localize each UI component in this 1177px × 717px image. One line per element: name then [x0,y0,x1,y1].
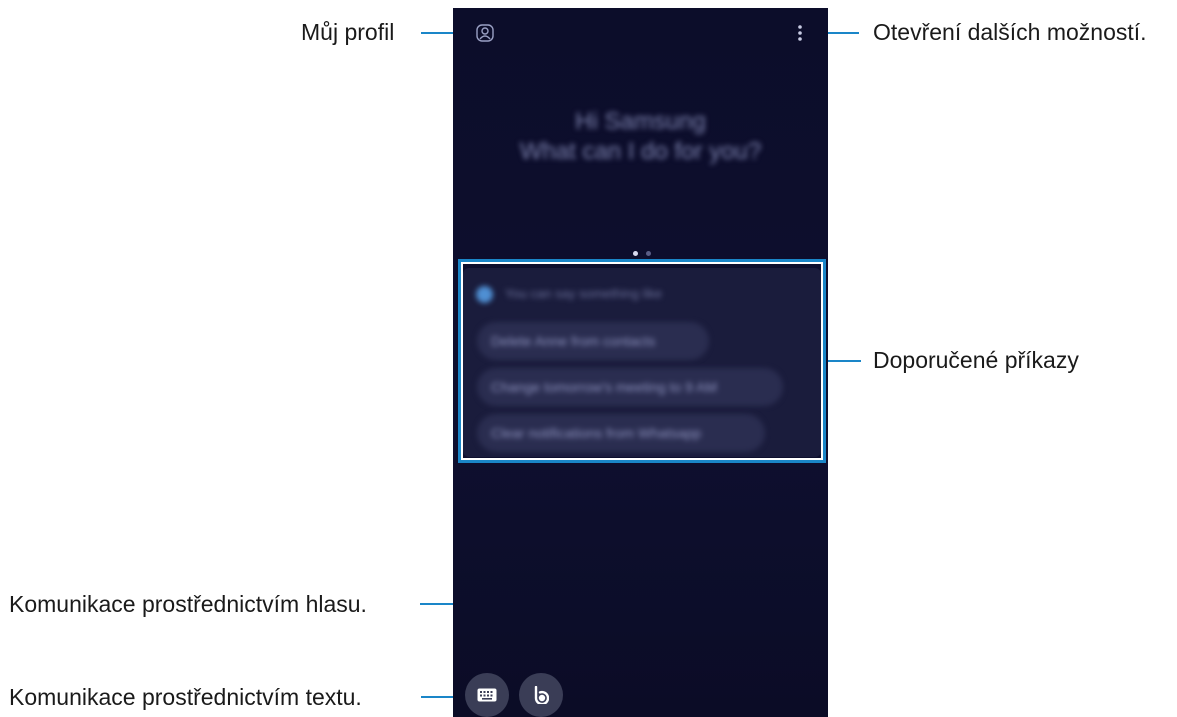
more-vertical-icon[interactable] [796,23,804,43]
page-dot-active [633,251,638,256]
greeting-line-1: Hi Samsung [575,108,706,135]
suggested-commands-highlight [458,259,826,463]
callout-more-options: Otevření dalších možností. [873,19,1147,45]
callout-text: Komunikace prostřednictvím textu. [9,684,362,710]
callout-my-profile: Můj profil [301,19,395,45]
callout-suggested-commands: Doporučené příkazy [873,347,1079,373]
callout-line-suggested [826,360,861,362]
keyboard-icon [477,688,497,702]
page-dot [646,251,652,256]
bixby-voice-icon [534,686,549,704]
greeting-line-2: What can I do for you? [519,138,762,165]
callout-voice: Komunikace prostřednictvím hlasu. [9,591,367,617]
profile-icon[interactable] [475,23,495,43]
bixby-voice-button[interactable] [519,673,563,717]
keyboard-button[interactable] [465,673,509,717]
